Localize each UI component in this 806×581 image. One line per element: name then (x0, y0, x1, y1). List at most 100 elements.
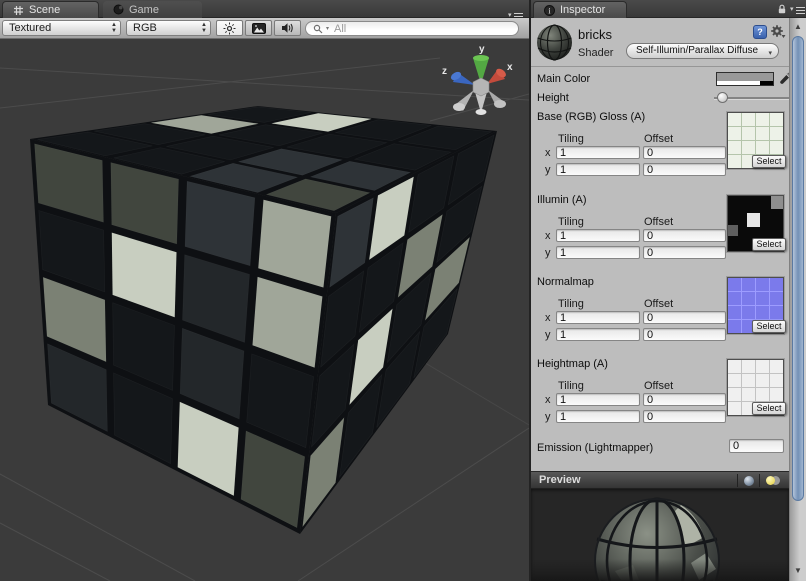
tab-inspector[interactable]: i Inspector (533, 1, 627, 18)
height-slider-knob[interactable] (717, 92, 728, 103)
divider (531, 66, 789, 67)
tiling-header: Tiling (558, 298, 584, 310)
y-offset-input[interactable] (643, 246, 726, 259)
x-offset-input[interactable] (643, 146, 726, 159)
section-heightmap: Heightmap (A) Select Tiling Offset x y (531, 358, 789, 440)
shader-label: Shader (578, 47, 613, 59)
x-axis-label: x (545, 230, 551, 242)
section-title: Normalmap (537, 276, 594, 288)
emission-input[interactable] (729, 439, 784, 453)
tiling-header: Tiling (558, 380, 584, 392)
info-icon: i (544, 5, 555, 16)
select-button[interactable]: Select (752, 402, 786, 415)
search-icon (313, 24, 323, 34)
select-button[interactable]: Select (752, 320, 786, 333)
scene-search-input[interactable] (332, 22, 496, 36)
preview-title: Preview (539, 474, 581, 486)
game-icon (113, 4, 124, 15)
main-color-label: Main Color (537, 73, 590, 85)
y-offset-input[interactable] (643, 163, 726, 176)
tiling-header: Tiling (558, 216, 584, 228)
offset-header: Offset (644, 133, 673, 145)
x-offset-input[interactable] (643, 393, 726, 406)
section-base-gloss: Base (RGB) Gloss (A) Select Tiling Offse… (531, 111, 789, 193)
y-axis-label: y (545, 411, 551, 423)
y-offset-input[interactable] (643, 328, 726, 341)
effects-toggle-button[interactable] (245, 20, 272, 36)
x-offset-input[interactable] (643, 229, 726, 242)
scene-search-field[interactable]: ▾ (305, 21, 519, 36)
sphere-icon (744, 476, 754, 486)
offset-header: Offset (644, 298, 673, 310)
gizmo-y-label: y (479, 44, 485, 55)
orientation-gizmo[interactable]: y x z (442, 44, 513, 115)
main-color-swatch[interactable] (716, 72, 774, 86)
section-title: Heightmap (A) (537, 358, 608, 370)
select-button[interactable]: Select (752, 238, 786, 251)
inspector-pane-menu[interactable]: ▾ (790, 5, 805, 15)
question-icon: ? (757, 27, 763, 37)
x-axis-label: x (545, 147, 551, 159)
tab-scene-label: Scene (29, 4, 60, 16)
emission-label: Emission (Lightmapper) (537, 442, 653, 454)
dropdown-arrows-icon: ▲▼ (111, 22, 117, 34)
gear-icon (771, 25, 783, 37)
y-offset-input[interactable] (643, 410, 726, 423)
section-illumin: Illumin (A) Select Tiling Offset x y (531, 194, 789, 276)
x-tiling-input[interactable] (556, 229, 640, 242)
light-icon (766, 476, 780, 485)
audio-toggle-button[interactable] (274, 20, 301, 36)
y-tiling-input[interactable] (556, 328, 640, 341)
unity-editor-window: Scene Game ▾ i Inspector ▾ (0, 0, 806, 581)
lock-icon[interactable] (776, 3, 788, 15)
y-tiling-input[interactable] (556, 163, 640, 176)
preview-material-sphere (531, 489, 789, 581)
preview-sphere-toggle[interactable] (737, 474, 759, 487)
gizmo-center-cube[interactable] (473, 78, 489, 96)
tab-game[interactable]: Game (103, 1, 202, 18)
height-label: Height (537, 92, 569, 104)
color-mode-dropdown[interactable]: RGB ▲▼ (126, 20, 211, 36)
section-normalmap: Normalmap Select Tiling Offset x y (531, 276, 789, 358)
y-tiling-input[interactable] (556, 246, 640, 259)
material-preview-thumbnail (536, 24, 573, 61)
gear-button[interactable] (770, 24, 786, 39)
tab-game-label: Game (129, 4, 159, 16)
x-tiling-input[interactable] (556, 393, 640, 406)
search-filter-arrow-icon: ▾ (326, 25, 329, 32)
help-button[interactable]: ? (753, 25, 767, 39)
scrollbar-down-arrow[interactable]: ▼ (790, 566, 806, 576)
y-axis-label: y (545, 247, 551, 259)
scrollbar-up-arrow[interactable]: ▲ (790, 22, 806, 32)
section-title: Illumin (A) (537, 194, 587, 206)
preview-header[interactable]: Preview (531, 471, 789, 489)
scene-cube[interactable] (30, 106, 497, 534)
x-tiling-input[interactable] (556, 146, 640, 159)
x-axis-label: x (545, 394, 551, 406)
tab-inspector-label: Inspector (560, 4, 605, 16)
scene-toolbar: Textured ▲▼ RGB ▲▼ (0, 18, 529, 39)
material-name: bricks (578, 27, 612, 42)
select-button[interactable]: Select (752, 155, 786, 168)
chevron-down-icon: ▾ (768, 47, 772, 61)
y-axis-label: y (545, 329, 551, 341)
offset-header: Offset (644, 216, 673, 228)
scrollbar-thumb[interactable] (792, 36, 804, 501)
preview-light-toggle[interactable] (759, 474, 785, 487)
lighting-toggle-button[interactable] (216, 20, 243, 36)
y-tiling-input[interactable] (556, 410, 640, 423)
draw-mode-dropdown[interactable]: Textured ▲▼ (2, 20, 121, 36)
shader-dropdown[interactable]: Self-Illumin/Parallax Diffuse ▾ (626, 43, 779, 59)
inspector-panel: bricks Shader Self-Illumin/Parallax Diff… (531, 18, 789, 581)
gizmo-x-label: x (507, 62, 513, 73)
height-slider[interactable] (714, 91, 790, 104)
x-tiling-input[interactable] (556, 311, 640, 324)
inspector-scrollbar[interactable]: ▲ ▼ (789, 18, 806, 581)
image-icon (252, 23, 266, 34)
section-title: Base (RGB) Gloss (A) (537, 111, 645, 123)
scene-viewport[interactable]: y x z (0, 39, 529, 581)
x-offset-input[interactable] (643, 311, 726, 324)
gear-dropdown-arrow-icon (782, 35, 786, 38)
preview-viewport[interactable] (531, 489, 789, 581)
tab-scene[interactable]: Scene (2, 1, 99, 18)
